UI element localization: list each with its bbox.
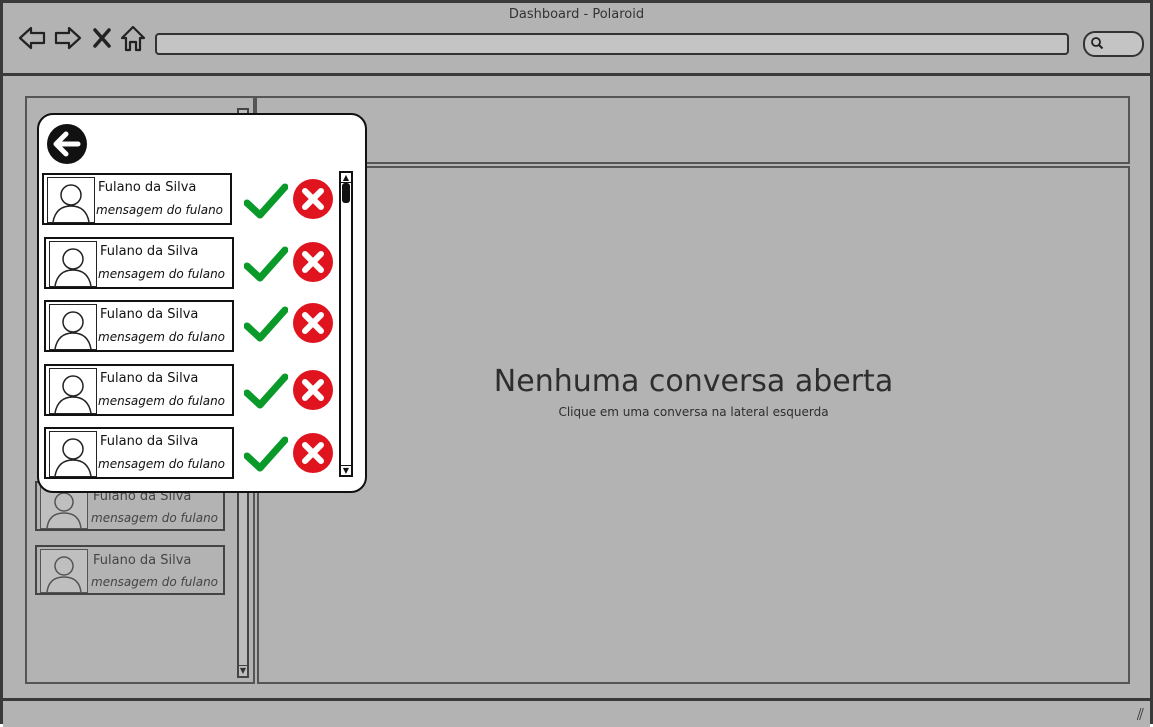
accept-check-icon[interactable] (243, 304, 289, 344)
accept-check-icon[interactable] (243, 434, 289, 474)
avatar (40, 549, 88, 593)
contact-name: Fulano da Silva (100, 307, 199, 322)
avatar (49, 304, 97, 350)
reject-x-icon[interactable] (292, 302, 334, 344)
window-title: Dashboard - Polaroid (508, 7, 645, 22)
request-list: Fulano da Silva mensagem do fulano Fulan… (39, 115, 359, 491)
popover-scrollbar[interactable]: ▲ ▼ (339, 171, 353, 477)
avatar (49, 368, 97, 414)
reject-x-icon[interactable] (292, 432, 334, 474)
list-item[interactable]: Fulano da Silva mensagem do fulano (35, 545, 225, 595)
resize-grip-icon[interactable]: ⫽ (1137, 705, 1144, 725)
contact-name: Fulano da Silva (100, 371, 199, 386)
reject-x-icon[interactable] (292, 178, 334, 220)
contact-name: Fulano da Silva (100, 434, 199, 449)
request-card[interactable]: Fulano da Silva mensagem do fulano (42, 173, 232, 225)
reject-x-icon[interactable] (292, 241, 334, 283)
avatar (49, 241, 97, 287)
scroll-thumb[interactable] (342, 183, 350, 203)
contact-message: mensagem do fulano (98, 394, 226, 408)
close-icon[interactable] (90, 23, 114, 53)
scroll-down-arrow[interactable]: ▼ (239, 665, 247, 676)
contact-message: mensagem do fulano (98, 267, 226, 281)
accept-check-icon[interactable] (243, 181, 289, 221)
browser-statusbar: ⫽ (3, 698, 1150, 727)
browser-window: Dashboard - Polaroid ▼ Fulano da Silva m… (0, 0, 1153, 727)
contact-message: mensagem do fulano (91, 575, 219, 589)
chat-area: Nenhuma conversa aberta Clique em uma co… (257, 166, 1130, 684)
scroll-up-arrow[interactable]: ▲ (341, 173, 351, 183)
forward-arrow-icon[interactable] (53, 23, 83, 53)
contact-name: Fulano da Silva (100, 244, 199, 259)
scroll-down-arrow[interactable]: ▼ (341, 465, 351, 475)
back-arrow-icon[interactable] (17, 23, 47, 53)
avatar (49, 431, 97, 477)
reject-x-icon[interactable] (292, 369, 334, 411)
browser-search-box[interactable] (1083, 31, 1144, 57)
avatar (47, 177, 95, 223)
request-card[interactable]: Fulano da Silva mensagem do fulano (44, 427, 234, 479)
contact-name: Fulano da Silva (98, 180, 197, 195)
search-icon (1091, 37, 1104, 50)
address-bar[interactable] (155, 33, 1069, 55)
empty-state-subtitle: Clique em uma conversa na lateral esquer… (558, 405, 829, 419)
contact-message: mensagem do fulano (98, 330, 226, 344)
browser-titlebar: Dashboard - Polaroid (3, 3, 1150, 76)
contact-name: Fulano da Silva (93, 553, 192, 568)
empty-state-title: Nenhuma conversa aberta (493, 364, 894, 399)
friend-requests-popover: Fulano da Silva mensagem do fulano Fulan… (37, 113, 367, 493)
request-card[interactable]: Fulano da Silva mensagem do fulano (44, 237, 234, 289)
request-card[interactable]: Fulano da Silva mensagem do fulano (44, 364, 234, 416)
contact-message: mensagem do fulano (98, 457, 226, 471)
home-icon[interactable] (119, 23, 147, 53)
contact-message: mensagem do fulano (91, 511, 219, 525)
chat-header (255, 96, 1130, 164)
accept-check-icon[interactable] (243, 371, 289, 411)
request-card[interactable]: Fulano da Silva mensagem do fulano (44, 300, 234, 352)
contact-message: mensagem do fulano (96, 203, 224, 217)
accept-check-icon[interactable] (243, 244, 289, 284)
